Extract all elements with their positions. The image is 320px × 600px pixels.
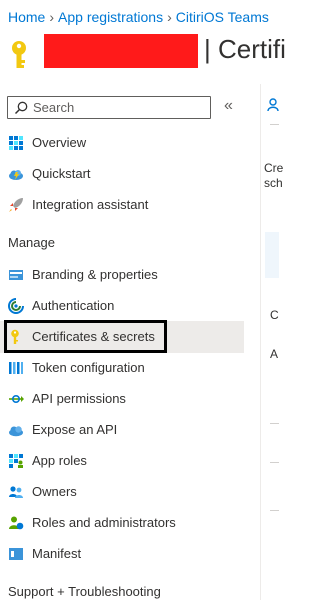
user-icon xyxy=(267,98,279,112)
content-divider xyxy=(270,124,279,125)
manifest-icon xyxy=(9,548,23,560)
key-icon xyxy=(12,41,26,68)
info-banner xyxy=(265,232,279,278)
branding-icon xyxy=(9,270,23,280)
sidebar-item-authentication[interactable]: Authentication xyxy=(0,290,244,322)
authentication-icon xyxy=(8,298,24,314)
sidebar-item-label: Overview xyxy=(32,135,87,150)
content-text-fragment: A xyxy=(270,347,279,361)
sidebar-item-branding[interactable]: Branding & properties xyxy=(0,259,244,291)
annotation-highlight-box xyxy=(4,320,167,353)
app-roles-icon xyxy=(9,454,23,468)
page-title: | Certifi xyxy=(204,34,286,64)
sidebar-item-label: Quickstart xyxy=(32,166,91,181)
sidebar-item-integration-assistant[interactable]: Integration assistant xyxy=(0,189,244,221)
breadcrumb-tenant[interactable]: CitiriOS Teams xyxy=(176,9,269,25)
rocket-icon xyxy=(9,198,23,212)
sidebar-item-overview[interactable]: Overview xyxy=(0,127,244,159)
cloud-bolt-icon xyxy=(9,170,23,180)
sidebar-item-label: Integration assistant xyxy=(32,197,149,212)
redacted-app-name xyxy=(44,34,198,68)
sidebar-item-label: Roles and administrators xyxy=(32,515,176,530)
collapse-sidebar-button[interactable]: « xyxy=(224,97,233,115)
breadcrumb-separator: › xyxy=(49,9,55,25)
content-text-fragment: Cre xyxy=(264,161,284,175)
token-bars-icon xyxy=(9,362,23,374)
content-text-fragment: sch xyxy=(264,176,283,190)
page-header: | Certifi xyxy=(0,30,286,74)
section-heading-manage: Manage xyxy=(8,235,55,250)
sidebar-item-expose-an-api[interactable]: Expose an API xyxy=(0,414,244,446)
sidebar-item-quickstart[interactable]: Quickstart xyxy=(0,158,244,190)
pane-divider xyxy=(260,84,261,600)
overview-grid-icon xyxy=(9,136,23,150)
sidebar-item-api-permissions[interactable]: API permissions xyxy=(0,383,244,415)
breadcrumb: Home › App registrations › CitiriOS Teams xyxy=(8,9,269,25)
api-permissions-icon xyxy=(9,395,24,404)
sidebar-item-token-configuration[interactable]: Token configuration xyxy=(0,352,244,384)
breadcrumb-app-registrations[interactable]: App registrations xyxy=(58,9,163,25)
search-placeholder: Search xyxy=(33,100,75,115)
sidebar-item-label: Token configuration xyxy=(32,360,145,375)
sidebar-item-label: API permissions xyxy=(32,391,126,406)
section-heading-support: Support + Troubleshooting xyxy=(8,584,161,599)
search-icon xyxy=(14,101,28,115)
sidebar-item-owners[interactable]: Owners xyxy=(0,476,244,508)
sidebar-item-label: Branding & properties xyxy=(32,267,158,282)
content-text-fragment: C xyxy=(270,308,279,322)
table-divider xyxy=(270,462,279,463)
breadcrumb-separator: › xyxy=(167,9,172,25)
sidebar-item-label: Manifest xyxy=(32,546,82,561)
table-divider xyxy=(270,510,279,511)
table-divider xyxy=(270,423,279,424)
owners-icon xyxy=(9,486,23,498)
sidebar-item-manifest[interactable]: Manifest xyxy=(0,538,244,570)
sidebar-item-label: Expose an API xyxy=(32,422,118,437)
cloud-icon xyxy=(9,426,23,437)
sidebar-item-label: App roles xyxy=(32,453,87,468)
search-input[interactable]: Search xyxy=(7,96,211,119)
breadcrumb-home[interactable]: Home xyxy=(8,9,45,25)
sidebar-item-app-roles[interactable]: App roles xyxy=(0,445,244,477)
sidebar-item-roles-administrators[interactable]: Roles and administrators xyxy=(0,507,244,539)
sidebar-item-label: Owners xyxy=(32,484,77,499)
sidebar-item-label: Authentication xyxy=(32,298,115,313)
roles-admins-icon xyxy=(9,516,24,530)
